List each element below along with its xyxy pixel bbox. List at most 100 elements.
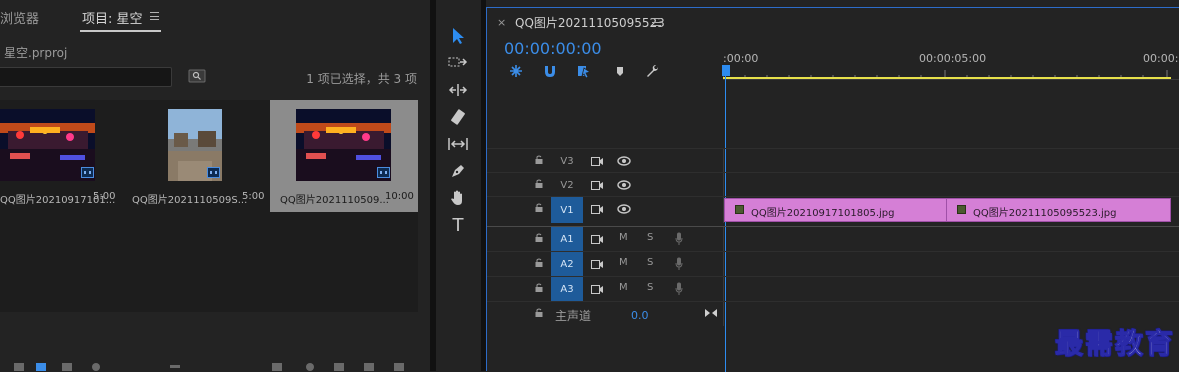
playhead-handle[interactable] [722,65,730,76]
track-v1: V1 QQ图片20210917101805.jpg QQ图片2021110509… [487,196,1179,223]
watermark: 最需教育 [1054,327,1176,361]
lock-icon[interactable] [535,154,543,164]
find-icon[interactable] [306,363,314,371]
snap-magnet-icon[interactable] [542,63,558,79]
sort-icon[interactable] [170,365,180,368]
new-bin-icon[interactable] [334,363,344,371]
sync-lock-icon[interactable] [591,180,603,190]
master-track-label: 主声道 [555,309,592,323]
fx-badge-icon [957,205,966,214]
project-bottom-toolbar [0,358,430,371]
tab-project[interactable]: 项目: 星空 [82,8,143,27]
selection-status: 1 项已选择，共 3 项 [306,72,417,86]
new-item-icon[interactable] [364,363,374,371]
clip-name: QQ图片2021110509S... [132,195,248,206]
tab-browser[interactable]: 浏览器 [0,8,39,27]
lock-icon[interactable] [535,282,543,292]
mute-button[interactable]: M [619,257,628,268]
trash-icon[interactable] [394,363,404,371]
go-to-end-icon[interactable] [705,308,717,321]
track-select-tool-icon[interactable] [444,51,472,75]
clip-item[interactable]: QQ图片20210917101... 5:00 [0,100,121,212]
ripple-edit-tool-icon[interactable] [444,78,472,102]
mute-button[interactable]: M [619,282,628,293]
track-label[interactable]: V2 [551,173,583,197]
sequence-tab-title[interactable]: QQ图片20211105095523 [515,14,665,31]
sync-lock-icon[interactable] [591,284,603,294]
timeline-panel: × QQ图片20211105095523 00:00:00:00 :00:00 … [486,7,1179,372]
ruler-label: :00:00 [723,52,759,65]
solo-button[interactable]: S [647,232,653,243]
clip-duration: 10:00 [385,191,414,202]
track-label[interactable]: V3 [551,149,583,173]
panel-menu-icon[interactable] [150,12,159,20]
lock-icon[interactable] [535,202,543,212]
automate-to-sequence-icon[interactable] [272,363,282,371]
clip-duration: 5:00 [242,191,265,202]
eye-icon[interactable] [617,204,631,214]
type-tool-glyph: T [452,214,464,236]
slip-tool-icon[interactable] [444,132,472,156]
eye-icon[interactable] [617,156,631,166]
close-tab-icon[interactable]: × [497,16,506,29]
microphone-icon[interactable] [675,232,683,245]
timeline-clip[interactable]: QQ图片20211105095523.jpg [946,198,1171,222]
add-marker-icon[interactable] [612,63,628,79]
tools-panel: T [436,0,480,371]
icon-view-icon[interactable] [36,363,46,371]
track-label[interactable]: A1 [551,227,583,251]
clip-item[interactable]: QQ图片2021110509S... 5:00 [123,100,268,212]
lock-icon[interactable] [535,232,543,242]
master-volume-value[interactable]: 0.0 [631,309,649,322]
ruler-label: 00:00:1 [1143,52,1179,65]
track-v3: V3 [487,148,1179,173]
work-area-bar[interactable] [723,77,1171,79]
find-icon[interactable] [188,69,206,83]
zoom-slider-icon[interactable] [92,363,100,371]
lock-icon[interactable] [535,178,543,188]
track-label[interactable]: A3 [551,277,583,301]
lock-icon[interactable] [535,307,543,317]
lock-icon[interactable] [535,257,543,267]
nest-toggle-icon[interactable] [508,63,524,79]
track-v2: V2 [487,172,1179,197]
microphone-icon[interactable] [675,282,683,295]
pen-tool-icon[interactable] [444,159,472,183]
track-a3: A3 M S [487,276,1179,301]
linked-selection-icon[interactable] [576,63,592,79]
clip-duration: 5:00 [93,191,116,202]
freeform-view-icon[interactable] [62,363,72,371]
sync-lock-icon[interactable] [591,156,603,166]
clip-name: QQ图片2021110509... [280,195,389,206]
playhead-line [725,73,726,372]
playhead-timecode[interactable]: 00:00:00:00 [504,39,602,58]
type-tool-icon[interactable]: T [444,213,472,237]
still-image-badge-icon [81,167,94,178]
fx-badge-icon [735,205,744,214]
clip-label: QQ图片20211105095523.jpg [973,208,1117,219]
mute-button[interactable]: M [619,232,628,243]
active-tab-underline [80,30,161,32]
search-input[interactable] [0,67,172,87]
still-image-badge-icon [207,167,220,178]
list-view-icon[interactable] [14,363,24,371]
panel-menu-icon[interactable] [652,18,661,26]
track-label[interactable]: A2 [551,252,583,276]
track-label[interactable]: V1 [551,197,583,223]
solo-button[interactable]: S [647,282,653,293]
clip-item-selected[interactable]: QQ图片2021110509... 10:00 [270,100,418,212]
timeline-clip[interactable]: QQ图片20210917101805.jpg [724,198,947,222]
razor-tool-icon[interactable] [444,105,472,129]
microphone-icon[interactable] [675,257,683,270]
eye-icon[interactable] [617,180,631,190]
hand-tool-icon[interactable] [444,186,472,210]
ruler-label: 00:00:05:00 [919,52,987,65]
sync-lock-icon[interactable] [591,204,603,214]
solo-button[interactable]: S [647,257,653,268]
wrench-settings-icon[interactable] [644,63,660,79]
sync-lock-icon[interactable] [591,234,603,244]
clip-label: QQ图片20210917101805.jpg [751,208,895,219]
sync-lock-icon[interactable] [591,259,603,269]
selection-tool-icon[interactable] [444,24,472,48]
project-file-name: 星空.prproj [4,46,68,60]
